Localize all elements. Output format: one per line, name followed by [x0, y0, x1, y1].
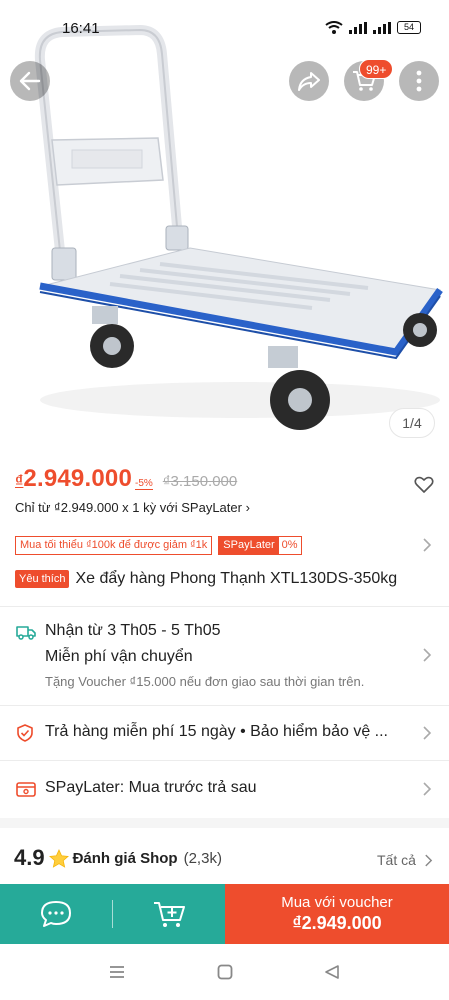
spaylater-icon	[16, 782, 36, 797]
status-icons: 54	[325, 21, 421, 34]
signal-2-icon	[373, 21, 391, 34]
divider	[0, 606, 449, 607]
old-price: ₫3.150.000	[162, 473, 238, 490]
free-shipping: Miễn phí vận chuyển	[45, 648, 193, 665]
system-nav-bar	[0, 944, 449, 1000]
chevron-right-icon	[423, 726, 432, 740]
chevron-right-icon	[423, 782, 432, 796]
rating-label: Đánh giá Shop	[72, 849, 178, 867]
signal-icon	[349, 21, 367, 34]
bottom-bar-divider	[112, 884, 113, 944]
spaylater-text: SPayLater: Mua trước trả sau	[45, 779, 257, 796]
spaylater-tag-rate: 0%	[281, 539, 298, 551]
buy-with-voucher-button[interactable]: Mua với voucher ₫2.949.000	[225, 884, 449, 944]
buy-button-label: Mua với voucher	[281, 894, 393, 911]
wifi-icon	[325, 21, 343, 34]
home-nav-icon[interactable]	[217, 964, 233, 980]
status-bar: 16:41 54	[0, 0, 449, 48]
divider	[0, 705, 449, 706]
battery-icon: 54	[397, 21, 421, 34]
truck-icon	[16, 626, 36, 640]
back-button[interactable]	[10, 61, 50, 101]
installment-text[interactable]: Chỉ từ ₫2.949.000 x 1 kỳ với SPayLater ›	[15, 500, 250, 515]
heart-icon[interactable]	[414, 476, 434, 494]
chat-button[interactable]	[0, 884, 112, 944]
add-to-cart-icon	[154, 902, 185, 927]
price-row: ₫2.949.000 -5% ₫3.150.000	[15, 465, 237, 493]
rating-score: 4.9	[14, 845, 45, 870]
favorite-tag: Yêu thích	[15, 570, 70, 588]
more-icon	[416, 70, 422, 92]
see-all-link[interactable]: Tất cả	[377, 852, 416, 868]
share-icon	[298, 72, 320, 91]
star-icon	[48, 848, 69, 868]
menu-nav-icon[interactable]	[109, 965, 125, 979]
discount-tag: -5%	[135, 478, 153, 490]
section-divider	[0, 818, 449, 828]
back-icon	[19, 71, 41, 91]
rating-count: (2,3k)	[183, 849, 222, 867]
voucher-note: Tặng Voucher ₫15.000 nếu đơn giao sau th…	[45, 674, 365, 689]
bottom-action-bar: Mua với voucher ₫2.949.000	[0, 884, 449, 944]
product-gallery[interactable]: 16:41 54 99+ 1/4	[0, 0, 449, 452]
more-button[interactable]	[399, 61, 439, 101]
cart-badge: 99+	[359, 59, 394, 79]
delivery-date: Nhận từ 3 Th05 - 5 Th05	[45, 622, 221, 639]
min-order-tag: Mua tối thiểu ₫100k để được giảm ₫1k	[15, 536, 213, 555]
current-price-value: 2.949.000	[23, 465, 132, 492]
chevron-right-icon	[423, 538, 432, 552]
guarantee-text: Trả hàng miễn phí 15 ngày • Bảo hiểm bảo…	[45, 723, 388, 740]
share-button[interactable]	[289, 61, 329, 101]
shield-icon	[17, 724, 33, 742]
chat-icon	[41, 901, 71, 927]
product-title: Xe đẩy hàng Phong Thạnh XTL130DS-350kg	[75, 570, 398, 587]
chevron-right-icon	[425, 854, 433, 867]
image-counter: 1/4	[389, 408, 435, 438]
chevron-right-icon	[423, 648, 432, 662]
buy-button-price: ₫2.949.000	[292, 913, 382, 933]
spaylater-tag: SPayLater 0%	[218, 536, 302, 555]
spaylater-tag-label: SPayLater	[219, 537, 279, 554]
promo-row[interactable]: Mua tối thiểu ₫100k để được giảm ₫1k SPa…	[15, 536, 302, 555]
divider	[0, 760, 449, 761]
status-time: 16:41	[62, 20, 100, 37]
product-title-row: Yêu thích Xe đẩy hàng Phong Thạnh XTL130…	[15, 570, 440, 588]
rating-row: 4.9 Đánh giá Shop (2,3k)	[14, 845, 222, 871]
back-nav-icon[interactable]	[324, 964, 340, 980]
add-to-cart-button[interactable]	[113, 884, 225, 944]
current-price: ₫2.949.000	[15, 465, 132, 493]
